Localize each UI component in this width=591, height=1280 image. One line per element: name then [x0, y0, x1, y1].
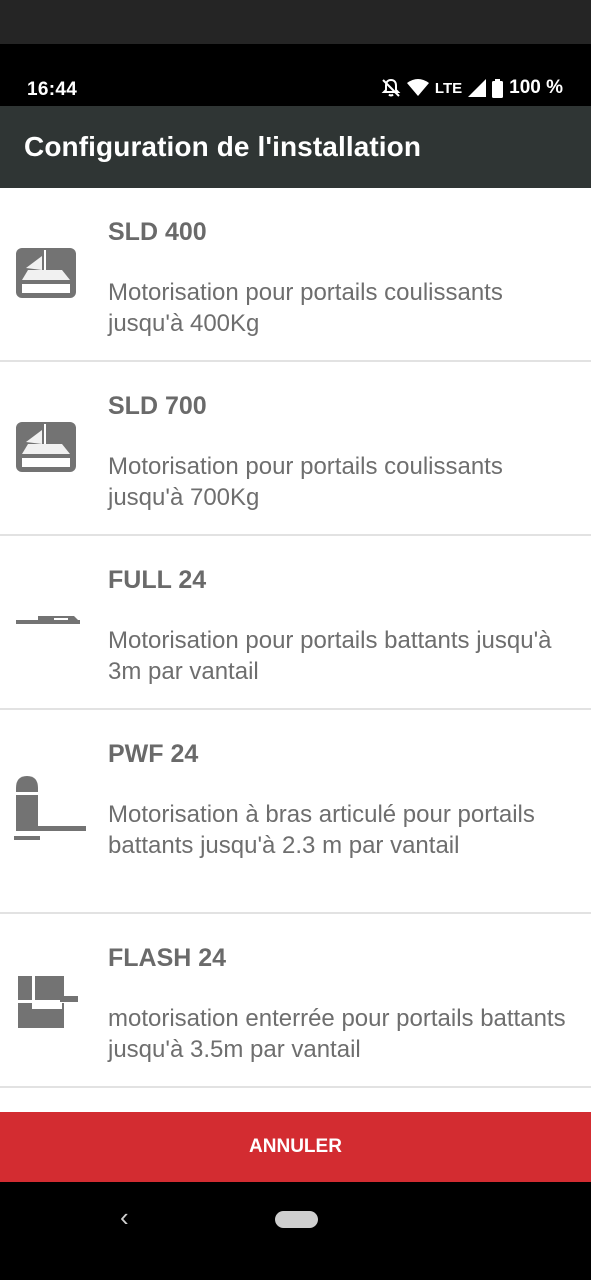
battery-icon	[492, 78, 504, 98]
page-title: Configuration de l'installation	[24, 131, 422, 162]
item-description: motorisation enterrée pour portails batt…	[108, 1005, 566, 1063]
cancel-button[interactable]: ANNULER	[0, 1112, 591, 1182]
item-title: FLASH 24	[108, 944, 227, 972]
sliding-gate-motor-icon	[14, 420, 80, 479]
network-label: LTE	[434, 79, 463, 97]
notifications-off-icon	[381, 78, 401, 98]
underground-motor-icon	[14, 974, 80, 1035]
item-title: PWF 24	[108, 740, 199, 768]
status-bar: 16:44 LTE 100 %	[0, 44, 591, 106]
list-item[interactable]: FULL 24 Motorisation pour portails batta…	[0, 536, 591, 710]
signal-icon	[468, 79, 487, 97]
item-title: SLD 400	[108, 218, 207, 246]
battery-percent: 100 %	[509, 77, 563, 98]
swing-arm-motor-icon	[14, 614, 84, 635]
item-description: Motorisation à bras articulé pour portai…	[108, 801, 535, 859]
status-icons: LTE 100 %	[381, 77, 563, 99]
sliding-gate-motor-icon	[14, 246, 80, 305]
top-strip	[0, 0, 591, 44]
product-list: SLD 400 Motorisation pour portails couli…	[0, 188, 591, 1088]
list-item[interactable]: SLD 400 Motorisation pour portails couli…	[0, 188, 591, 362]
list-item[interactable]: PWF 24 Motorisation à bras articulé pour…	[0, 710, 591, 914]
item-title: SLD 700	[108, 392, 207, 420]
home-pill-icon[interactable]	[275, 1211, 318, 1228]
app-bar: Configuration de l'installation	[0, 106, 591, 188]
navigation-bar: ‹	[0, 1182, 591, 1280]
status-time: 16:44	[27, 79, 78, 100]
item-title: FULL 24	[108, 566, 207, 594]
item-description: Motorisation pour portails battants jusq…	[108, 627, 552, 685]
item-description: Motorisation pour portails coulissants j…	[108, 279, 503, 337]
articulated-arm-motor-icon	[14, 774, 86, 853]
list-item[interactable]: SLD 700 Motorisation pour portails couli…	[0, 362, 591, 536]
wifi-icon	[406, 79, 429, 97]
back-icon[interactable]: ‹	[120, 1202, 129, 1233]
list-item[interactable]: FLASH 24 motorisation enterrée pour port…	[0, 914, 591, 1088]
item-description: Motorisation pour portails coulissants j…	[108, 453, 503, 511]
